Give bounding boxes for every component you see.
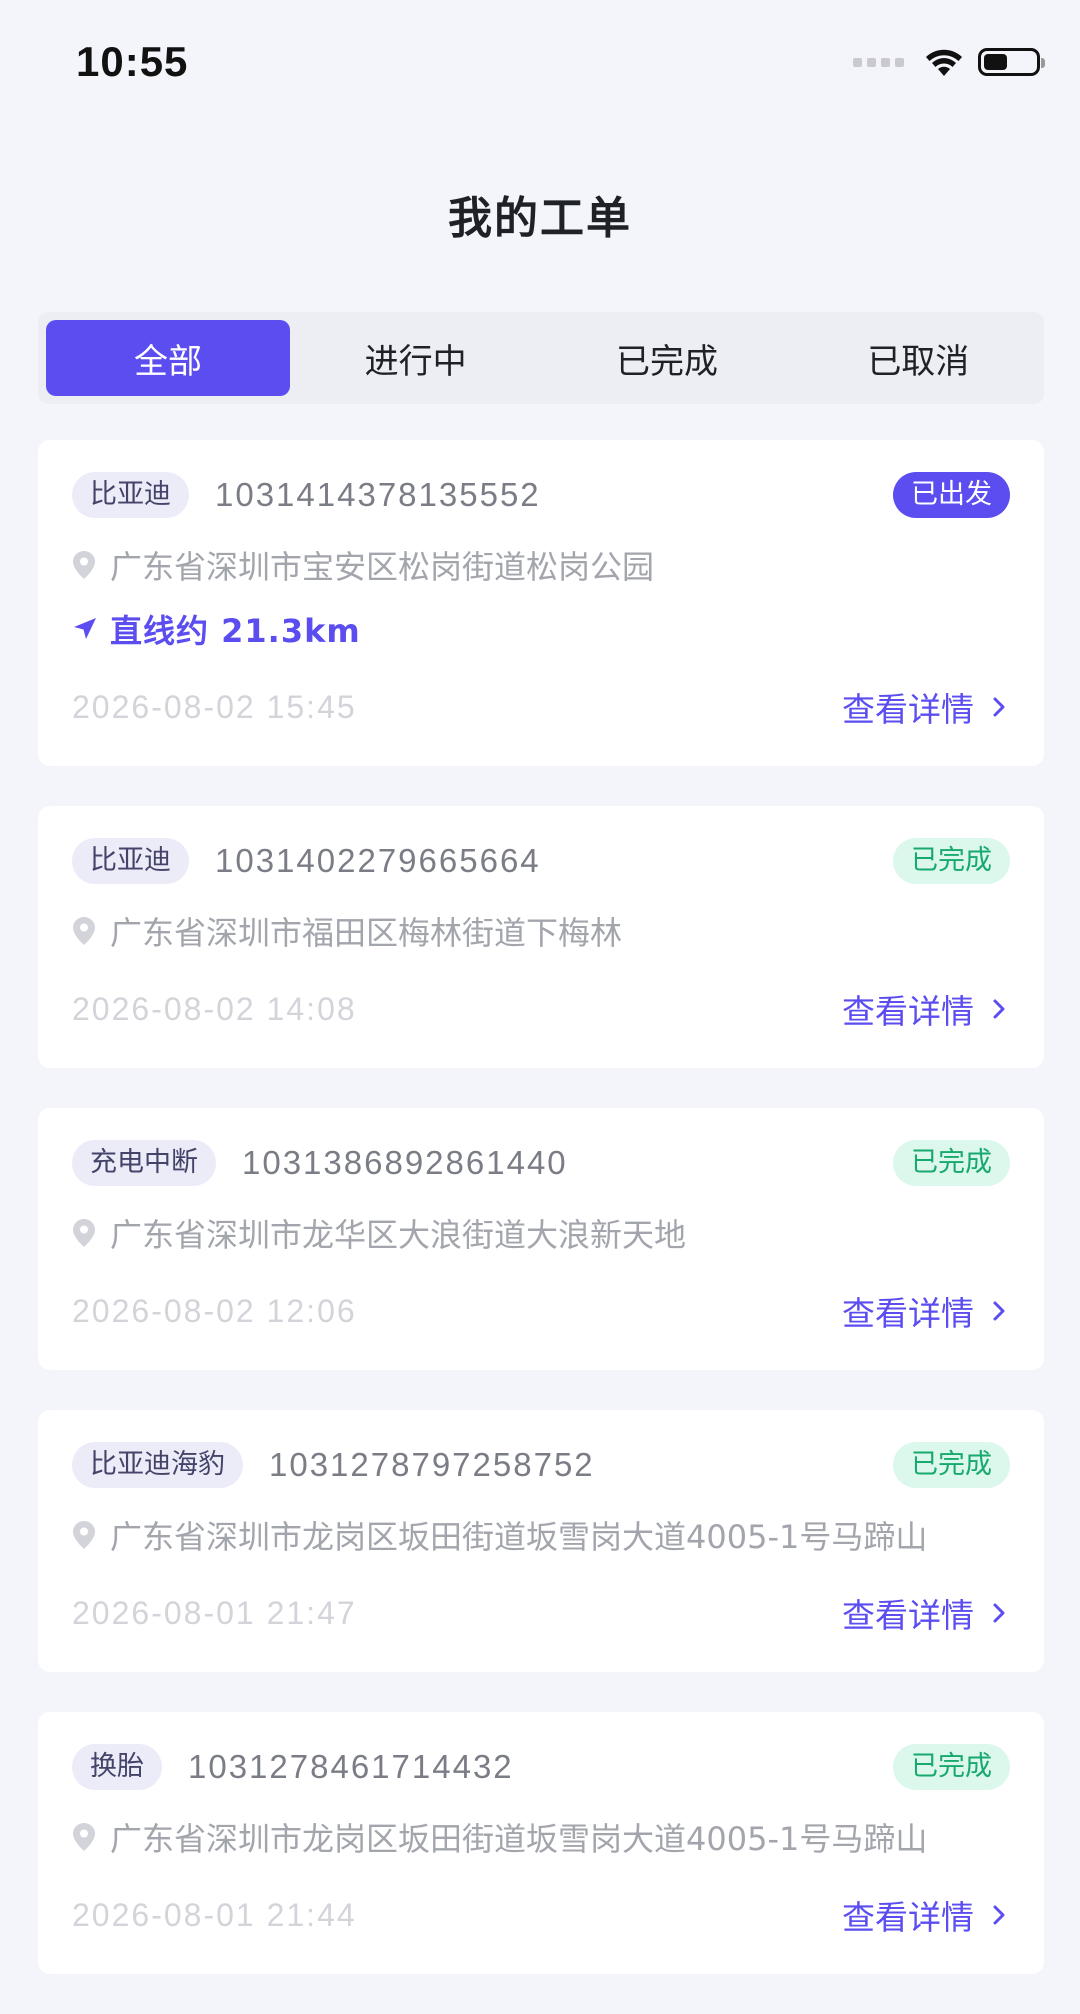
vehicle-tag: 比亚迪海豹 xyxy=(72,1442,243,1488)
map-pin-icon xyxy=(73,1219,95,1247)
order-time: 2026-08-02 15:45 xyxy=(72,688,357,725)
order-card-footer: 2026-08-02 15:45 查看详情 xyxy=(72,682,1010,732)
order-card-header: 比亚迪 1031402279665664 已完成 xyxy=(72,836,1010,886)
order-time: 2026-08-01 21:44 xyxy=(72,1896,357,1933)
tab-all[interactable]: 全部 xyxy=(46,320,290,396)
view-details-label: 查看详情 xyxy=(842,1596,974,1635)
view-details-button[interactable]: 查看详情 xyxy=(842,985,1010,1033)
status-time: 10:55 xyxy=(76,38,189,85)
order-time: 2026-08-02 12:06 xyxy=(72,1292,357,1329)
map-pin-icon xyxy=(73,1521,95,1549)
order-card-footer: 2026-08-02 14:08 查看详情 xyxy=(72,984,1010,1034)
tab-cancelled[interactable]: 已取消 xyxy=(793,312,1044,404)
view-details-button[interactable]: 查看详情 xyxy=(842,1287,1010,1335)
view-details-button[interactable]: 查看详情 xyxy=(842,1589,1010,1637)
chevron-right-icon xyxy=(993,1905,1005,1925)
order-address: 广东省深圳市福田区梅林街道下梅林 xyxy=(110,914,623,952)
status-badge: 已完成 xyxy=(893,1744,1010,1790)
order-list: 比亚迪 1031414378135552 已出发广东省深圳市宝安区松岗街道松岗公园直… xyxy=(38,440,1044,2014)
battery-level xyxy=(984,54,1007,70)
address-row: 广东省深圳市福田区梅林街道下梅林 xyxy=(72,908,1010,954)
chevron-right-icon xyxy=(993,999,1005,1019)
order-card-footer: 2026-08-02 12:06 查看详情 xyxy=(72,1286,1010,1336)
map-pin-icon xyxy=(73,917,95,945)
order-card[interactable]: 比亚迪海豹 1031278797258752 已完成广东省深圳市龙岗区坂田街道坂雪岗… xyxy=(38,1410,1044,1672)
status-badge: 已完成 xyxy=(893,1442,1010,1488)
wifi-icon xyxy=(926,49,962,76)
order-number: 1031278461714432 xyxy=(188,1748,514,1785)
vehicle-tag: 换胎 xyxy=(72,1744,162,1790)
page-title: 我的工单 xyxy=(448,193,632,244)
order-number: 1031402279665664 xyxy=(215,842,541,879)
vehicle-tag: 充电中断 xyxy=(72,1140,216,1186)
order-card-header: 充电中断 1031386892861440 已完成 xyxy=(72,1138,1010,1188)
status-badge: 已出发 xyxy=(893,472,1010,518)
order-time: 2026-08-02 14:08 xyxy=(72,990,357,1027)
order-card[interactable]: 充电中断 1031386892861440 已完成广东省深圳市龙华区大浪街道大浪新天… xyxy=(38,1108,1044,1370)
order-address: 广东省深圳市龙华区大浪街道大浪新天地 xyxy=(110,1216,687,1254)
view-details-label: 查看详情 xyxy=(842,1294,974,1333)
view-details-label: 查看详情 xyxy=(842,992,974,1031)
distance-row: 直线约 21.3km xyxy=(72,606,1010,652)
address-row: 广东省深圳市龙岗区坂田街道坂雪岗大道4005-1号马蹄山 xyxy=(72,1814,1010,1860)
order-address: 广东省深圳市龙岗区坂田街道坂雪岗大道4005-1号马蹄山 xyxy=(110,1518,928,1556)
order-tabs: 全部 进行中 已完成 已取消 xyxy=(38,312,1044,404)
vehicle-tag: 比亚迪 xyxy=(72,838,189,884)
status-icons xyxy=(853,46,1045,78)
order-card-header: 比亚迪 1031414378135552 已出发 xyxy=(72,470,1010,520)
order-number: 1031414378135552 xyxy=(215,476,541,513)
vehicle-tag: 比亚迪 xyxy=(72,472,189,518)
view-details-button[interactable]: 查看详情 xyxy=(842,683,1010,731)
order-card-header: 比亚迪海豹 1031278797258752 已完成 xyxy=(72,1440,1010,1490)
map-pin-icon xyxy=(73,551,95,579)
status-badge: 已完成 xyxy=(893,838,1010,884)
tab-completed[interactable]: 已完成 xyxy=(541,312,792,404)
order-number: 1031278797258752 xyxy=(269,1446,595,1483)
tab-in-progress[interactable]: 进行中 xyxy=(290,312,541,404)
order-card-header: 换胎 1031278461714432 已完成 xyxy=(72,1742,1010,1792)
order-card[interactable]: 比亚迪 1031402279665664 已完成广东省深圳市福田区梅林街道下梅林 20… xyxy=(38,806,1044,1068)
status-bar: 10:55 xyxy=(0,0,1080,130)
chevron-right-icon xyxy=(993,1603,1005,1623)
order-card[interactable]: 比亚迪 1031414378135552 已出发广东省深圳市宝安区松岗街道松岗公园直… xyxy=(38,440,1044,766)
order-address: 广东省深圳市龙岗区坂田街道坂雪岗大道4005-1号马蹄山 xyxy=(110,1820,928,1858)
view-details-label: 查看详情 xyxy=(842,1898,974,1937)
order-time: 2026-08-01 21:47 xyxy=(72,1594,357,1631)
view-details-button[interactable]: 查看详情 xyxy=(842,1891,1010,1939)
chevron-right-icon xyxy=(993,1301,1005,1321)
chevron-right-icon xyxy=(993,697,1005,717)
address-row: 广东省深圳市龙岗区坂田街道坂雪岗大道4005-1号马蹄山 xyxy=(72,1512,1010,1558)
address-row: 广东省深圳市龙华区大浪街道大浪新天地 xyxy=(72,1210,1010,1256)
navigation-arrow-icon xyxy=(74,618,96,639)
order-card-footer: 2026-08-01 21:44 查看详情 xyxy=(72,1890,1010,1940)
distance-text: 直线约 21.3km xyxy=(110,612,361,650)
order-number: 1031386892861440 xyxy=(242,1144,568,1181)
order-card-footer: 2026-08-01 21:47 查看详情 xyxy=(72,1588,1010,1638)
view-details-label: 查看详情 xyxy=(842,690,974,729)
battery-icon xyxy=(978,48,1045,76)
map-pin-icon xyxy=(73,1823,95,1851)
cellular-signal-icon xyxy=(853,57,904,67)
address-row: 广东省深圳市宝安区松岗街道松岗公园 xyxy=(72,542,1010,588)
order-address: 广东省深圳市宝安区松岗街道松岗公园 xyxy=(110,548,655,586)
order-card[interactable]: 换胎 1031278461714432 已完成广东省深圳市龙岗区坂田街道坂雪岗大道4… xyxy=(38,1712,1044,1974)
status-badge: 已完成 xyxy=(893,1140,1010,1186)
